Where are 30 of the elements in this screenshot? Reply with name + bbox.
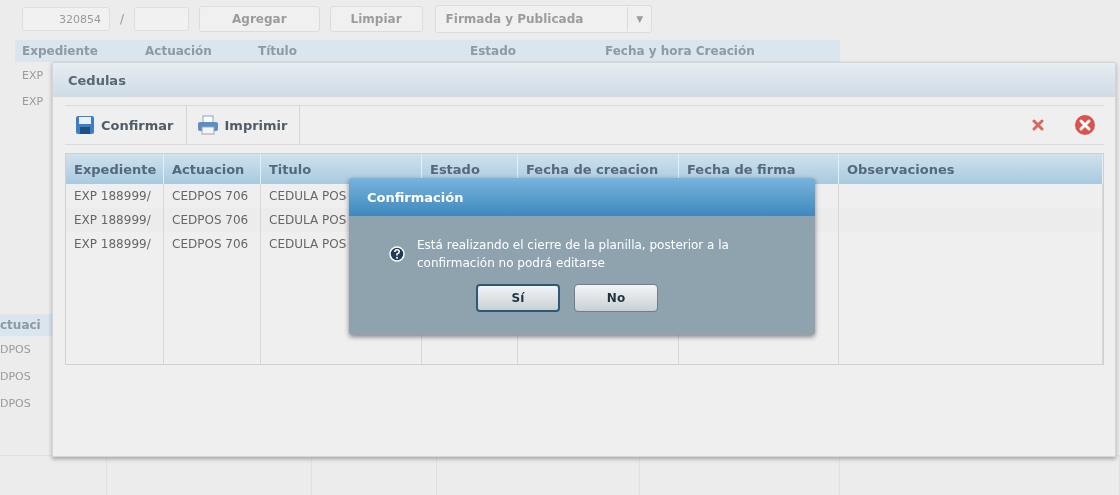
column-header[interactable]: Observaciones <box>839 154 1103 184</box>
toolbar-button[interactable]: Agregar <box>199 6 320 32</box>
confirm-button[interactable]: Confirmar <box>65 106 187 144</box>
dialog-button[interactable]: Sí <box>476 284 560 312</box>
dialog-title: Confirmación <box>349 178 815 216</box>
column-header: Expediente <box>21 44 99 58</box>
close-icon <box>1032 119 1044 131</box>
column-header[interactable]: Expediente <box>66 154 164 184</box>
status-select[interactable]: Firmada y Publicada ▼ <box>434 5 653 33</box>
separator-text: / <box>120 12 125 26</box>
table-cell: DPOS <box>0 370 31 383</box>
dialog-button[interactable]: No <box>574 284 658 312</box>
column-header[interactable]: Actuacion <box>164 154 261 184</box>
table-cell: DPOS <box>0 343 31 356</box>
toolbar-button[interactable]: Limpiar <box>329 6 423 32</box>
column-header: Estado <box>469 44 517 58</box>
table-cell-text: EXP <box>21 94 44 108</box>
print-button[interactable]: Imprimir <box>186 106 301 144</box>
column-header: Título <box>257 44 298 58</box>
table-cell: DPOS <box>0 397 31 410</box>
printer-icon <box>196 115 219 135</box>
close-circle-icon <box>1074 114 1096 136</box>
column-header: ctuaci <box>0 318 41 332</box>
window-title: Cedulas <box>53 63 1115 97</box>
table-cell-text: EXP <box>21 68 44 82</box>
column-header: Fecha y hora Creación <box>604 44 756 58</box>
column-header[interactable]: Titulo <box>261 154 422 184</box>
number-field[interactable]: 320854 <box>22 7 110 31</box>
question-icon <box>389 246 405 262</box>
column-header: Actuación <box>144 44 213 58</box>
